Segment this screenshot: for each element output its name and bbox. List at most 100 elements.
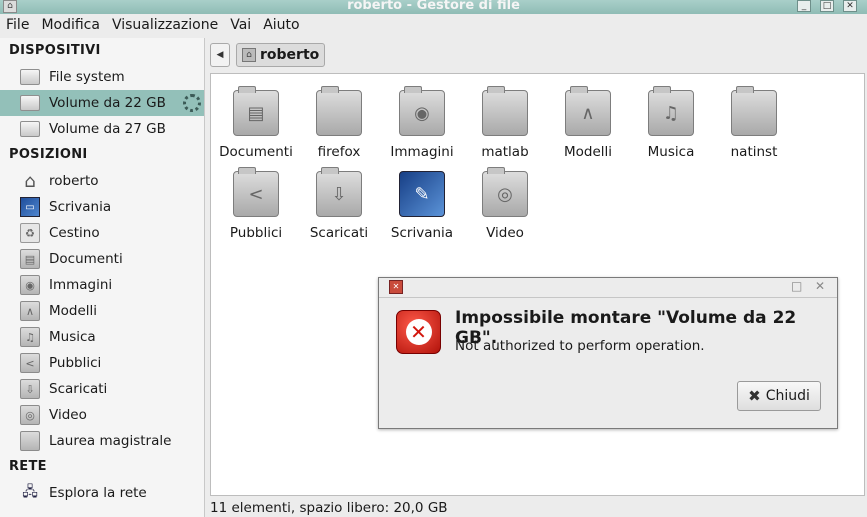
maximize-button[interactable]: □ <box>820 0 834 12</box>
menu-view[interactable]: Visualizzazione <box>112 17 218 33</box>
error-icon: ✕ <box>396 310 441 354</box>
sidebar-item-label: Scrivania <box>49 199 112 215</box>
places-header: POSIZIONI <box>9 147 88 162</box>
public-folder-icon: < <box>20 353 40 373</box>
file-item-immagini[interactable]: ◉ Immagini <box>382 86 462 160</box>
sidebar-item-documents[interactable]: ▤ Documenti <box>0 246 204 272</box>
pictures-folder-icon: ◉ <box>399 86 445 136</box>
sidebar-item-label: Volume da 27 GB <box>49 121 166 137</box>
sidebar-item-label: File system <box>49 69 125 85</box>
folder-icon <box>482 86 528 136</box>
file-item-documenti[interactable]: ▤ Documenti <box>216 86 296 160</box>
file-item-scrivania[interactable]: ✎ Scrivania <box>382 171 462 241</box>
sidebar-item-downloads[interactable]: ⇩ Scaricati <box>0 376 204 402</box>
network-header: RETE <box>9 459 47 474</box>
sidebar-item-browse-network[interactable]: 🖧 Esplora la rete <box>0 480 204 506</box>
sidebar-item-label: Modelli <box>49 303 98 319</box>
sidebar-item-label: Esplora la rete <box>49 485 147 501</box>
dialog-titlebar: ✕ □ ✕ <box>379 278 837 298</box>
videos-folder-icon: ◎ <box>20 405 40 425</box>
close-button[interactable]: ✖ Chiudi <box>737 381 821 411</box>
file-name: Documenti <box>219 144 293 160</box>
breadcrumb-label: roberto <box>260 47 320 63</box>
sidebar: DISPOSITIVI File system Volume da 22 GB … <box>0 38 205 517</box>
sidebar-item-label: Volume da 22 GB <box>49 95 166 111</box>
folder-icon <box>20 431 40 451</box>
sidebar-item-public[interactable]: < Pubblici <box>0 350 204 376</box>
file-name: Scaricati <box>309 225 369 241</box>
file-item-natinst[interactable]: natinst <box>714 86 794 160</box>
dialog-message: Not authorized to perform operation. <box>455 338 705 354</box>
sidebar-item-pictures[interactable]: ◉ Immagini <box>0 272 204 298</box>
desktop-icon: ✎ <box>399 171 445 217</box>
close-window-button[interactable]: ✕ <box>843 0 857 12</box>
dialog-maximize-button[interactable]: □ <box>791 279 802 293</box>
downloads-folder-icon: ⇩ <box>20 379 40 399</box>
sidebar-item-label: Scaricati <box>49 381 108 397</box>
file-name: Modelli <box>563 144 613 160</box>
sidebar-item-label: Immagini <box>49 277 113 293</box>
home-icon: ⌂ <box>24 170 36 192</box>
sidebar-item-volume-22gb[interactable]: Volume da 22 GB <box>0 90 204 116</box>
sidebar-item-label: Musica <box>49 329 96 345</box>
sidebar-item-templates[interactable]: ∧ Modelli <box>0 298 204 324</box>
file-name: Immagini <box>390 144 454 160</box>
file-item-firefox[interactable]: firefox <box>299 86 379 160</box>
music-folder-icon: ♫ <box>20 327 40 347</box>
sidebar-item-music[interactable]: ♫ Musica <box>0 324 204 350</box>
documents-folder-icon: ▤ <box>20 249 40 269</box>
menu-go[interactable]: Vai <box>230 17 251 33</box>
sidebar-item-trash[interactable]: ♻ Cestino <box>0 220 204 246</box>
sidebar-item-label: Laurea magistrale <box>49 433 172 449</box>
documents-folder-icon: ▤ <box>233 86 279 136</box>
music-folder-icon: ♫ <box>648 86 694 136</box>
file-name: firefox <box>317 144 361 160</box>
drive-icon <box>20 69 40 85</box>
templates-folder-icon: ∧ <box>565 86 611 136</box>
breadcrumb-home[interactable]: ⌂ roberto <box>236 43 326 67</box>
file-name: natinst <box>730 144 778 160</box>
file-item-scaricati[interactable]: ⇩ Scaricati <box>299 167 379 241</box>
drive-icon <box>20 121 40 137</box>
sidebar-item-home[interactable]: ⌂ roberto <box>0 168 204 194</box>
sidebar-item-videos[interactable]: ◎ Video <box>0 402 204 428</box>
menu-file[interactable]: File <box>6 17 29 33</box>
sidebar-item-label: Video <box>49 407 87 423</box>
sidebar-item-volume-27gb[interactable]: Volume da 27 GB <box>0 116 204 142</box>
file-item-video[interactable]: ◎ Video <box>465 167 545 241</box>
devices-header: DISPOSITIVI <box>9 43 101 58</box>
file-name: matlab <box>481 144 529 160</box>
sidebar-item-desktop[interactable]: ▭ Scrivania <box>0 194 204 220</box>
sidebar-item-label: Documenti <box>49 251 123 267</box>
file-item-pubblici[interactable]: < Pubblici <box>216 167 296 241</box>
menubar: File Modifica Visualizzazione Vai Aiuto <box>0 14 867 36</box>
folder-icon <box>731 86 777 136</box>
sidebar-item-file-system[interactable]: File system <box>0 64 204 90</box>
templates-folder-icon: ∧ <box>20 301 40 321</box>
loading-spinner-icon <box>183 94 201 112</box>
file-name: Musica <box>647 144 695 160</box>
network-icon: 🖧 <box>22 484 38 500</box>
path-back-button[interactable]: ◀ <box>210 43 230 67</box>
videos-folder-icon: ◎ <box>482 167 528 217</box>
file-item-modelli[interactable]: ∧ Modelli <box>548 86 628 160</box>
file-name: Video <box>486 225 524 241</box>
menu-help[interactable]: Aiuto <box>263 17 299 33</box>
file-item-musica[interactable]: ♫ Musica <box>631 86 711 160</box>
minimize-button[interactable]: _ <box>797 0 811 12</box>
status-bar: 11 elementi, spazio libero: 20,0 GB <box>210 500 448 516</box>
dialog-close-button[interactable]: ✕ <box>815 279 825 293</box>
public-folder-icon: < <box>233 167 279 217</box>
drive-icon <box>20 95 40 111</box>
pictures-folder-icon: ◉ <box>20 275 40 295</box>
file-item-matlab[interactable]: matlab <box>465 86 545 160</box>
file-name: Scrivania <box>390 225 454 241</box>
sidebar-item-laurea-magistrale[interactable]: Laurea magistrale <box>0 428 204 454</box>
downloads-folder-icon: ⇩ <box>316 167 362 217</box>
path-bar: ◀ ⌂ roberto <box>210 42 326 68</box>
desktop-icon: ▭ <box>20 197 40 217</box>
close-icon: ✖ <box>748 387 761 405</box>
menu-edit[interactable]: Modifica <box>41 17 100 33</box>
sidebar-item-label: roberto <box>49 173 99 189</box>
error-dialog: ✕ □ ✕ ✕ Impossibile montare "Volume da 2… <box>378 277 838 429</box>
